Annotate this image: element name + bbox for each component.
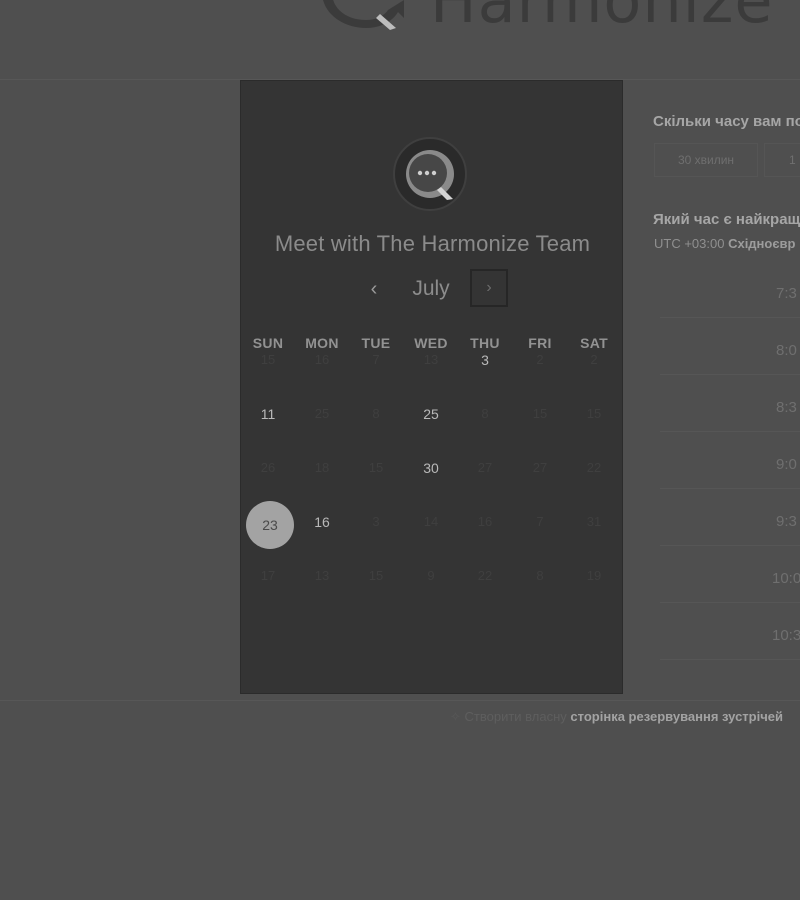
time-slot[interactable]: 9:3	[660, 496, 800, 546]
team-avatar	[393, 137, 467, 211]
time-slot[interactable]: 10:0	[660, 553, 800, 603]
calendar-day[interactable]: 25	[404, 404, 458, 424]
calendar-day-selected[interactable]: 23	[246, 501, 294, 549]
weekday-mon: MON	[305, 335, 339, 351]
next-month-button[interactable]: ›	[470, 269, 508, 307]
calendar-day: 26	[260, 460, 276, 475]
time-slot-label: 10:0	[772, 570, 800, 587]
calendar-day: 13	[423, 352, 439, 367]
time-slot[interactable]: 7:3	[660, 268, 800, 318]
calendar-day[interactable]: 3	[458, 350, 512, 370]
calendar-day: 15	[260, 352, 276, 367]
weekday-sat: SAT	[580, 335, 608, 351]
calendar-day: 31	[586, 514, 602, 529]
brand-logo-icon	[318, 0, 404, 32]
time-slot-label: 8:0	[776, 342, 797, 359]
weekday-sun: SUN	[252, 335, 284, 351]
timezone-name: Східноєвр	[728, 236, 796, 251]
calendar-day: 27	[477, 460, 493, 475]
calendar-day: 22	[477, 568, 493, 583]
footer-divider	[0, 700, 800, 701]
brand-name: Harmonize	[430, 0, 774, 37]
footer-promo: ✧ Створити власну сторінка резервування …	[450, 709, 783, 725]
calendar-day[interactable]: 11	[241, 404, 295, 424]
calendar-day: 15	[532, 406, 548, 421]
footer-prefix: Створити власну	[464, 709, 567, 724]
time-question: Який час є найкращ	[653, 211, 800, 228]
booking-page: Harmonize Meet with The Harmonize Team ‹…	[0, 0, 800, 900]
brand-header: Harmonize	[318, 0, 774, 32]
time-slot-label: 9:3	[776, 513, 797, 530]
duration-question: Скільки часу вам по	[653, 113, 800, 130]
duration-option-60[interactable]: 1	[764, 143, 800, 177]
time-slot[interactable]: 8:0	[660, 325, 800, 375]
meeting-title: Meet with The Harmonize Team	[274, 231, 591, 256]
time-slot[interactable]: 9:0	[660, 439, 800, 489]
weekday-thu: THU	[470, 335, 500, 351]
calendar-day: 22	[586, 460, 602, 475]
calendar-day: 16	[477, 514, 493, 529]
duration-option-30[interactable]: 30 хвилин	[654, 143, 758, 177]
calendar-day: 2	[536, 352, 544, 367]
month-navigation: ‹ July ›	[241, 269, 624, 309]
calendar-day: 8	[481, 406, 489, 421]
calendar-day: 15	[586, 406, 602, 421]
calendar-day: 8	[536, 568, 544, 583]
time-slot-label: 10:3	[772, 627, 800, 644]
calendar-day: 13	[314, 568, 330, 583]
time-slot-label: 9:0	[776, 456, 797, 473]
weekday-fri: FRI	[528, 335, 552, 351]
calendar-day: 9	[427, 568, 435, 583]
calendar-day: 2	[590, 352, 598, 367]
create-booking-page-link[interactable]: сторінка резервування зустрічей	[570, 709, 783, 724]
calendar-day: 3	[372, 514, 380, 529]
calendar-day: 25	[314, 406, 330, 421]
calendar-day[interactable]: 30	[404, 458, 458, 478]
weekday-wed: WED	[414, 335, 448, 351]
calendar-day: 15	[368, 460, 384, 475]
time-slot[interactable]: 8:3	[660, 382, 800, 432]
chat-bubble-icon	[406, 150, 454, 200]
previous-month-button[interactable]: ‹	[363, 275, 385, 303]
calendar-day: 15	[368, 568, 384, 583]
time-slot-label: 7:3	[776, 285, 797, 302]
calendar-panel: Meet with The Harmonize Team ‹ July › SU…	[240, 80, 623, 694]
calendar-day: 27	[532, 460, 548, 475]
calendar-day: 19	[586, 568, 602, 583]
calendar-day: 8	[372, 406, 380, 421]
sparkle-icon: ✧	[450, 709, 461, 724]
timezone-offset: UTC +03:00	[654, 236, 725, 251]
time-slot-label: 8:3	[776, 399, 797, 416]
current-month: July	[412, 277, 450, 300]
calendar-day: 14	[423, 514, 439, 529]
calendar-day: 18	[314, 460, 330, 475]
calendar-day: 7	[372, 352, 380, 367]
calendar-day: 7	[536, 514, 544, 529]
calendar-day: 17	[260, 568, 276, 583]
time-slot[interactable]: 10:3	[660, 610, 800, 660]
timezone-selector[interactable]: UTC +03:00 Східноєвр	[654, 236, 795, 251]
weekday-tue: TUE	[361, 335, 391, 351]
calendar-day: 16	[314, 352, 330, 367]
calendar-day[interactable]: 16	[295, 512, 349, 532]
